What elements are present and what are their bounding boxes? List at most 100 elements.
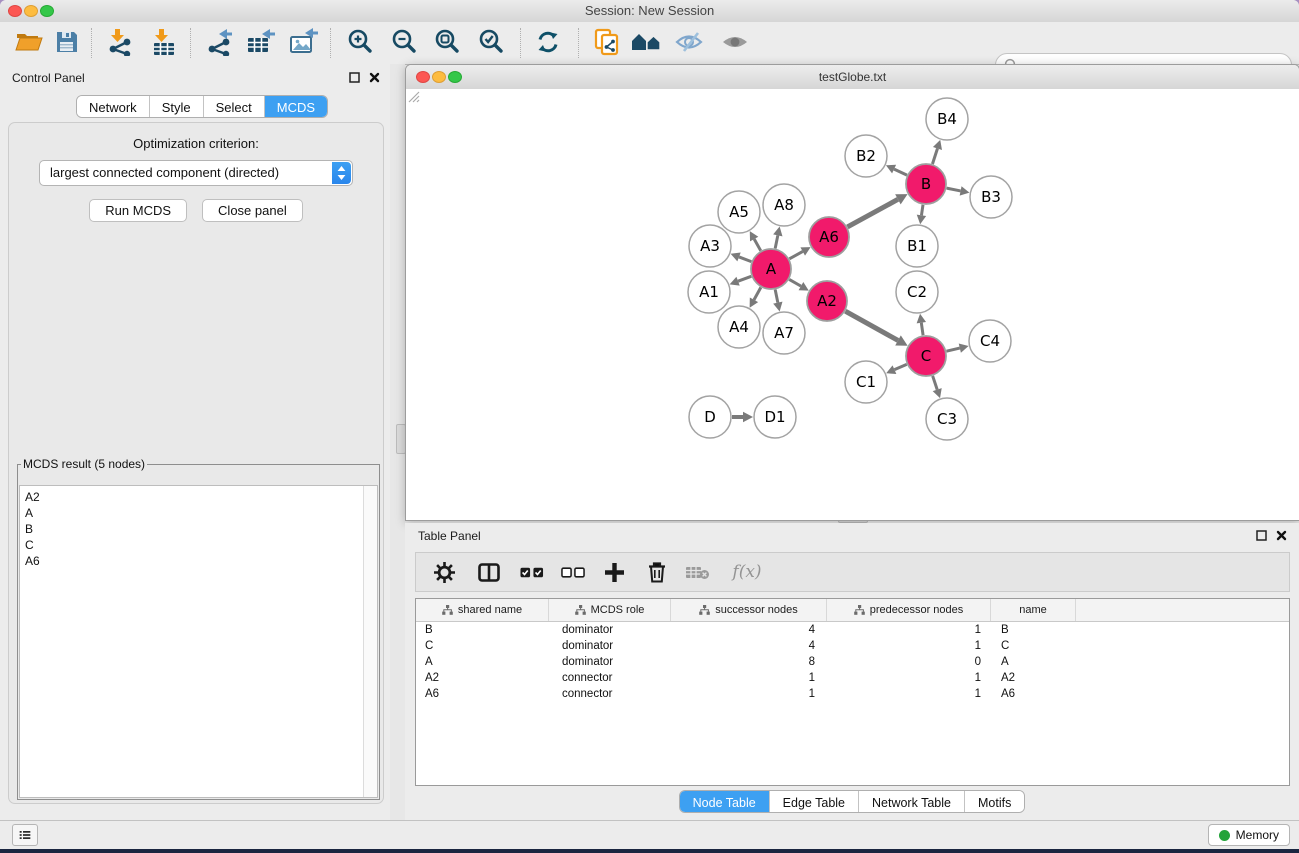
edge-A-A6[interactable]	[789, 247, 810, 259]
column-header-predecessor-nodes[interactable]: predecessor nodes	[827, 599, 991, 621]
result-scrollbar[interactable]	[363, 486, 377, 797]
close-panel-button[interactable]	[366, 69, 382, 85]
export-table-button[interactable]	[244, 27, 278, 59]
node-A1[interactable]: A1	[688, 271, 730, 313]
edge-C-C2[interactable]	[917, 314, 926, 335]
node-A7[interactable]: A7	[763, 312, 805, 354]
export-image-button[interactable]	[287, 27, 321, 59]
edge-A-A8[interactable]	[773, 227, 782, 249]
table-row[interactable]: Cdominator41C	[416, 638, 1289, 654]
column-header-name[interactable]: name	[991, 599, 1076, 621]
edge-A-A2[interactable]	[789, 279, 809, 290]
delete-table-button[interactable]	[686, 560, 710, 584]
float-table-panel-button[interactable]	[1253, 527, 1269, 543]
node-B4[interactable]: B4	[926, 98, 968, 140]
cell-predecessors[interactable]: 1	[827, 640, 991, 652]
cell-mcds-role[interactable]: connector	[549, 672, 671, 684]
column-header-shared-name[interactable]: shared name	[416, 599, 549, 621]
edge-A2-C[interactable]	[845, 311, 907, 346]
edge-B-B4[interactable]	[932, 140, 942, 164]
node-B3[interactable]: B3	[970, 176, 1012, 218]
node-B1[interactable]: B1	[896, 225, 938, 267]
refresh-layout-button[interactable]	[531, 27, 565, 59]
edge-A-A5[interactable]	[750, 231, 761, 251]
resize-grip-icon[interactable]	[406, 89, 420, 103]
tab-network-table[interactable]: Network Table	[858, 791, 964, 812]
zoom-out-button[interactable]	[388, 27, 422, 59]
edge-A6-B[interactable]	[847, 194, 907, 227]
cell-mcds-role[interactable]: connector	[549, 688, 671, 700]
node-A3[interactable]: A3	[689, 225, 731, 267]
node-A4[interactable]: A4	[718, 306, 760, 348]
run-mcds-button[interactable]: Run MCDS	[89, 199, 187, 222]
import-table-button[interactable]	[147, 27, 181, 59]
cell-successors[interactable]: 1	[671, 672, 827, 684]
cell-name[interactable]: C	[991, 640, 1076, 652]
close-panel-pushbutton[interactable]: Close panel	[202, 199, 303, 222]
cell-name[interactable]: A	[991, 656, 1076, 668]
tab-select[interactable]: Select	[203, 96, 264, 117]
cell-shared-name[interactable]: A2	[416, 672, 549, 684]
function-builder-button[interactable]: f(x)	[729, 560, 765, 584]
cell-shared-name[interactable]: C	[416, 640, 549, 652]
cell-mcds-role[interactable]: dominator	[549, 656, 671, 668]
create-column-button[interactable]	[602, 560, 626, 584]
cell-shared-name[interactable]: A	[416, 656, 549, 668]
cell-mcds-role[interactable]: dominator	[549, 624, 671, 636]
tab-edge-table[interactable]: Edge Table	[769, 791, 858, 812]
memory-button[interactable]: Memory	[1208, 824, 1290, 846]
node-C4[interactable]: C4	[969, 320, 1011, 362]
first-neighbors-button[interactable]	[630, 27, 664, 59]
cell-predecessors[interactable]: 1	[827, 688, 991, 700]
node-B2[interactable]: B2	[845, 135, 887, 177]
table-row[interactable]: Bdominator41B	[416, 622, 1289, 638]
node-D1[interactable]: D1	[754, 396, 796, 438]
node-C2[interactable]: C2	[896, 271, 938, 313]
cell-successors[interactable]: 4	[671, 624, 827, 636]
result-item[interactable]: A2	[25, 489, 358, 505]
node-C3[interactable]: C3	[926, 398, 968, 440]
show-panels-button[interactable]	[12, 824, 38, 846]
edge-A-A4[interactable]	[750, 287, 761, 307]
result-item[interactable]: A6	[25, 553, 358, 569]
node-C[interactable]: C	[906, 336, 946, 376]
cell-shared-name[interactable]: A6	[416, 688, 549, 700]
table-settings-button[interactable]	[432, 560, 456, 584]
cell-predecessors[interactable]: 1	[827, 624, 991, 636]
criterion-select[interactable]: largest connected component (directed)	[39, 160, 353, 186]
open-file-button[interactable]	[12, 27, 46, 59]
tab-network[interactable]: Network	[77, 96, 149, 117]
close-table-panel-button[interactable]	[1273, 527, 1289, 543]
show-columns-button[interactable]	[477, 560, 501, 584]
table-row[interactable]: Adominator80A	[416, 654, 1289, 670]
cell-name[interactable]: B	[991, 624, 1076, 636]
cell-name[interactable]: A6	[991, 688, 1076, 700]
export-network-button[interactable]	[202, 27, 236, 59]
zoom-selected-button[interactable]	[475, 27, 509, 59]
cell-mcds-role[interactable]: dominator	[549, 640, 671, 652]
node-A6[interactable]: A6	[809, 217, 849, 257]
network-canvas[interactable]: AA5A8A3A1A4A7A6A2BB4B2B3B1CC2C4C1C3DD1	[406, 89, 1299, 520]
cell-successors[interactable]: 1	[671, 688, 827, 700]
delete-columns-button[interactable]	[645, 560, 669, 584]
edge-C-C1[interactable]	[886, 364, 907, 374]
node-A2[interactable]: A2	[807, 281, 847, 321]
node-A8[interactable]: A8	[763, 184, 805, 226]
node-D[interactable]: D	[689, 396, 731, 438]
new-network-from-selection-button[interactable]	[590, 27, 624, 59]
cell-successors[interactable]: 8	[671, 656, 827, 668]
cell-name[interactable]: A2	[991, 672, 1076, 684]
result-item[interactable]: B	[25, 521, 358, 537]
edge-B-B2[interactable]	[886, 165, 907, 175]
edge-A-A1[interactable]	[730, 276, 752, 285]
tab-mcds[interactable]: MCDS	[264, 96, 327, 117]
node-A5[interactable]: A5	[718, 191, 760, 233]
node-C1[interactable]: C1	[845, 361, 887, 403]
edge-B-B1[interactable]	[917, 205, 926, 224]
zoom-in-button[interactable]	[344, 27, 378, 59]
deselect-all-columns-button[interactable]	[561, 560, 585, 584]
node-A[interactable]: A	[751, 249, 791, 289]
cell-predecessors[interactable]: 1	[827, 672, 991, 684]
edge-D-D1[interactable]	[732, 412, 753, 423]
select-all-columns-button[interactable]	[520, 560, 544, 584]
